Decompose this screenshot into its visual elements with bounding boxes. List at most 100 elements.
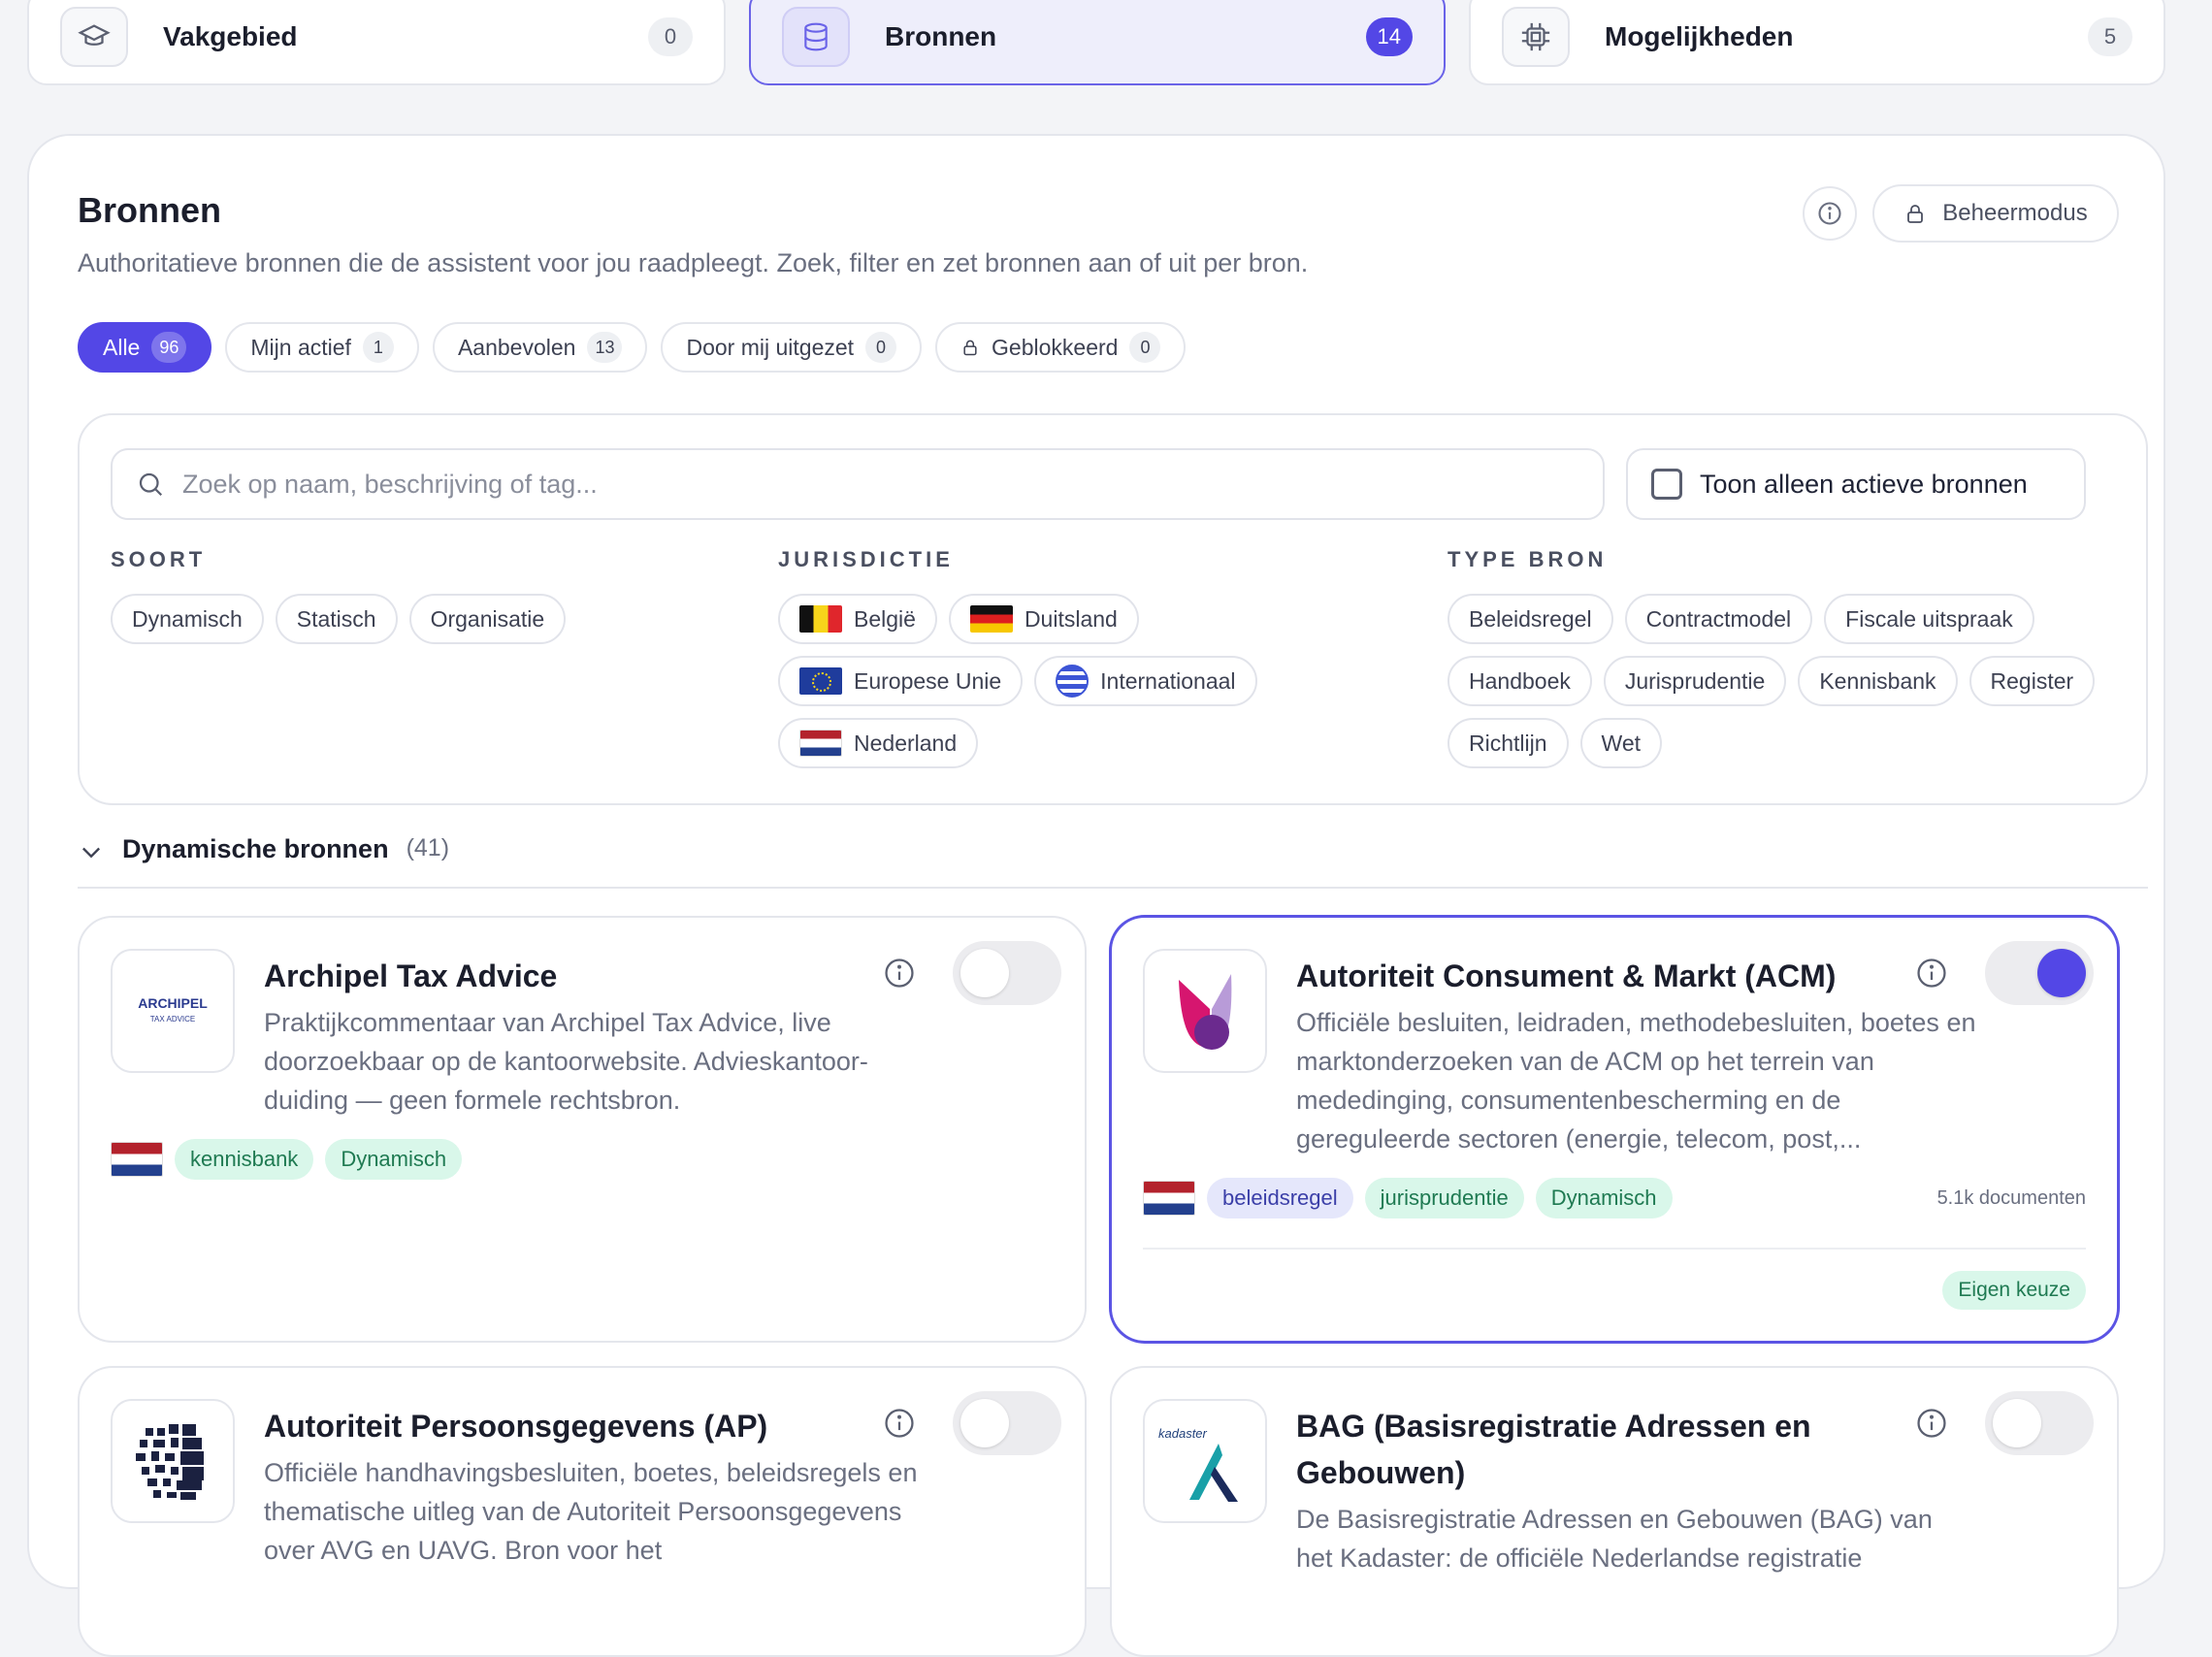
filter-jurisdictie: JURISDICTIE België Duitsland Europese Un… [778,547,1399,768]
chip-jurisprudentie[interactable]: Jurisprudentie [1603,656,1787,706]
filter-tab-label: Aanbevolen [457,334,576,360]
chip-belgie[interactable]: België [778,594,937,644]
chip-label: Contractmodel [1645,605,1792,632]
card-description: De Basisregistratie Adressen en Gebouwen… [1296,1505,1933,1573]
chip-europese-unie[interactable]: Europese Unie [778,656,1024,706]
chip-internationaal[interactable]: Internationaal [1034,656,1257,706]
filter-tab-door-mij-uitgezet[interactable]: Door mij uitgezet 0 [661,322,923,373]
card-toggle[interactable] [953,1391,1061,1455]
info-button[interactable] [1803,186,1857,241]
card-toggle[interactable] [953,941,1061,1005]
logo-text: ARCHIPEL [138,994,208,1011]
tag: beleidsregel [1207,1178,1353,1218]
chip-label: Handboek [1469,667,1571,694]
filter-soort: SOORT Dynamisch Statisch Organisatie [111,547,732,644]
database-icon [782,7,850,67]
section-count: (41) [406,834,450,861]
bronnen-panel: Bronnen Authoritatieve bronnen die de as… [27,134,2165,1657]
source-card-bag[interactable]: kadaster BAG (Basisregistratie Adressen … [1110,1366,2119,1657]
page-title: Bronnen [78,190,221,230]
filter-tab-aanbevolen[interactable]: Aanbevolen 13 [432,322,648,373]
chip-handboek[interactable]: Handboek [1448,656,1592,706]
chip-dynamisch[interactable]: Dynamisch [111,594,264,644]
tab-vakgebied[interactable]: Vakgebied 0 [27,0,726,85]
filter-tab-mijn-actief[interactable]: Mijn actief 1 [225,322,419,373]
filter-tab-label: Geblokkeerd [992,334,1119,360]
chip-contractmodel[interactable]: Contractmodel [1624,594,1813,644]
card-info-button[interactable] [877,1401,922,1446]
checkbox[interactable] [1651,469,1682,500]
chip-register[interactable]: Register [1968,656,2096,706]
chip-label: Beleidsregel [1469,605,1592,632]
lock-icon [963,340,977,356]
tab-bronnen[interactable]: Bronnen 14 [749,0,1446,85]
chip-label: Jurisprudentie [1624,667,1766,694]
tag: Dynamisch [325,1139,463,1180]
only-active-checkbox[interactable]: Toon alleen actieve bronnen [1626,448,2086,520]
info-icon [1917,958,1946,988]
search-icon [139,472,163,497]
info-icon [1818,202,1841,225]
chip-label: Register [1990,667,2074,694]
chip-label: Statisch [296,605,376,632]
filter-heading: TYPE BRON [1448,547,1608,571]
chip-duitsland[interactable]: Duitsland [948,594,1139,644]
chip-label: Fiscale uitspraak [1845,605,2013,632]
card-description: Officiële handhavingsbesluiten, boetes, … [264,1458,918,1565]
toggle-knob [1993,1399,2041,1447]
netherlands-flag-icon [1143,1181,1195,1216]
chip-wet[interactable]: Wet [1579,718,1663,768]
chip-icon [1502,7,1570,67]
chip-organisatie[interactable]: Organisatie [408,594,567,644]
card-title: Autoriteit Persoonsgegevens (AP) [264,1409,768,1444]
chip-richtlijn[interactable]: Richtlijn [1448,718,1569,768]
filter-tab-count: 0 [865,332,897,363]
search-input[interactable]: Zoek op naam, beschrijving of tag... [111,448,1605,520]
chip-beleidsregel[interactable]: Beleidsregel [1448,594,1613,644]
chip-fiscale-uitspraak[interactable]: Fiscale uitspraak [1824,594,2034,644]
card-info-button[interactable] [1909,1401,1954,1446]
filter-tabs: Alle 96 Mijn actief 1 Aanbevolen 13 Door… [78,322,1187,373]
card-toggle[interactable] [1985,1391,2094,1455]
chip-label: België [854,605,916,632]
chevron-down-icon [82,847,100,859]
chip-kennisbank[interactable]: Kennisbank [1798,656,1958,706]
chip-statisch[interactable]: Statisch [275,594,398,644]
tab-label: Mogelijkheden [1605,21,1794,51]
netherlands-flag-icon [111,1142,163,1177]
tab-count: 0 [648,17,693,56]
filter-tab-count: 1 [362,332,394,363]
card-title: BAG (Basisregistratie Adressen en Gebouw… [1296,1409,1811,1490]
beheermodus-button[interactable]: Beheermodus [1872,184,2119,243]
filter-tab-label: Door mij uitgezet [686,334,855,360]
logo-subtext: TAX ADVICE [149,1014,196,1023]
tab-count: 14 [1365,17,1413,56]
tab-mogelijkheden[interactable]: Mogelijkheden 5 [1469,0,2165,85]
section-header[interactable]: Dynamische bronnen (41) [78,834,2148,889]
chip-nederland[interactable]: Nederland [778,718,979,768]
toggle-knob [2037,949,2086,997]
card-description: Praktijkcommentaar van Archipel Tax Advi… [264,1008,868,1115]
filter-tab-label: Alle [103,334,141,360]
card-info-button[interactable] [1909,951,1954,995]
filter-tab-alle[interactable]: Alle 96 [78,322,212,373]
filter-heading: JURISDICTIE [778,547,954,571]
source-card-acm[interactable]: Autoriteit Consument & Markt (ACM) Offic… [1110,916,2119,1343]
chip-label: Kennisbank [1819,667,1936,694]
netherlands-flag-icon [799,730,842,757]
source-card-ap[interactable]: Autoriteit Persoonsgegevens (AP) Officië… [78,1366,1087,1657]
card-toggle[interactable] [1985,941,2094,1005]
source-card-archipel[interactable]: ARCHIPEL TAX ADVICE Archipel Tax Advice … [78,916,1087,1343]
chip-label: Nederland [854,730,958,756]
toggle-knob [960,949,1009,997]
beheermodus-label: Beheermodus [1942,200,2088,226]
card-info-button[interactable] [877,951,922,995]
tag: kennisbank [175,1139,314,1180]
tag: jurisprudentie [1364,1178,1524,1218]
toggle-knob [960,1399,1009,1447]
only-active-label: Toon alleen actieve bronnen [1700,469,2028,499]
filter-type-bron: TYPE BRON Beleidsregel Contractmodel Fis… [1448,547,2127,768]
filter-tab-geblokkeerd[interactable]: Geblokkeerd 0 [935,322,1187,373]
tab-label: Bronnen [885,21,997,51]
archipel-logo: ARCHIPEL TAX ADVICE [111,949,235,1073]
